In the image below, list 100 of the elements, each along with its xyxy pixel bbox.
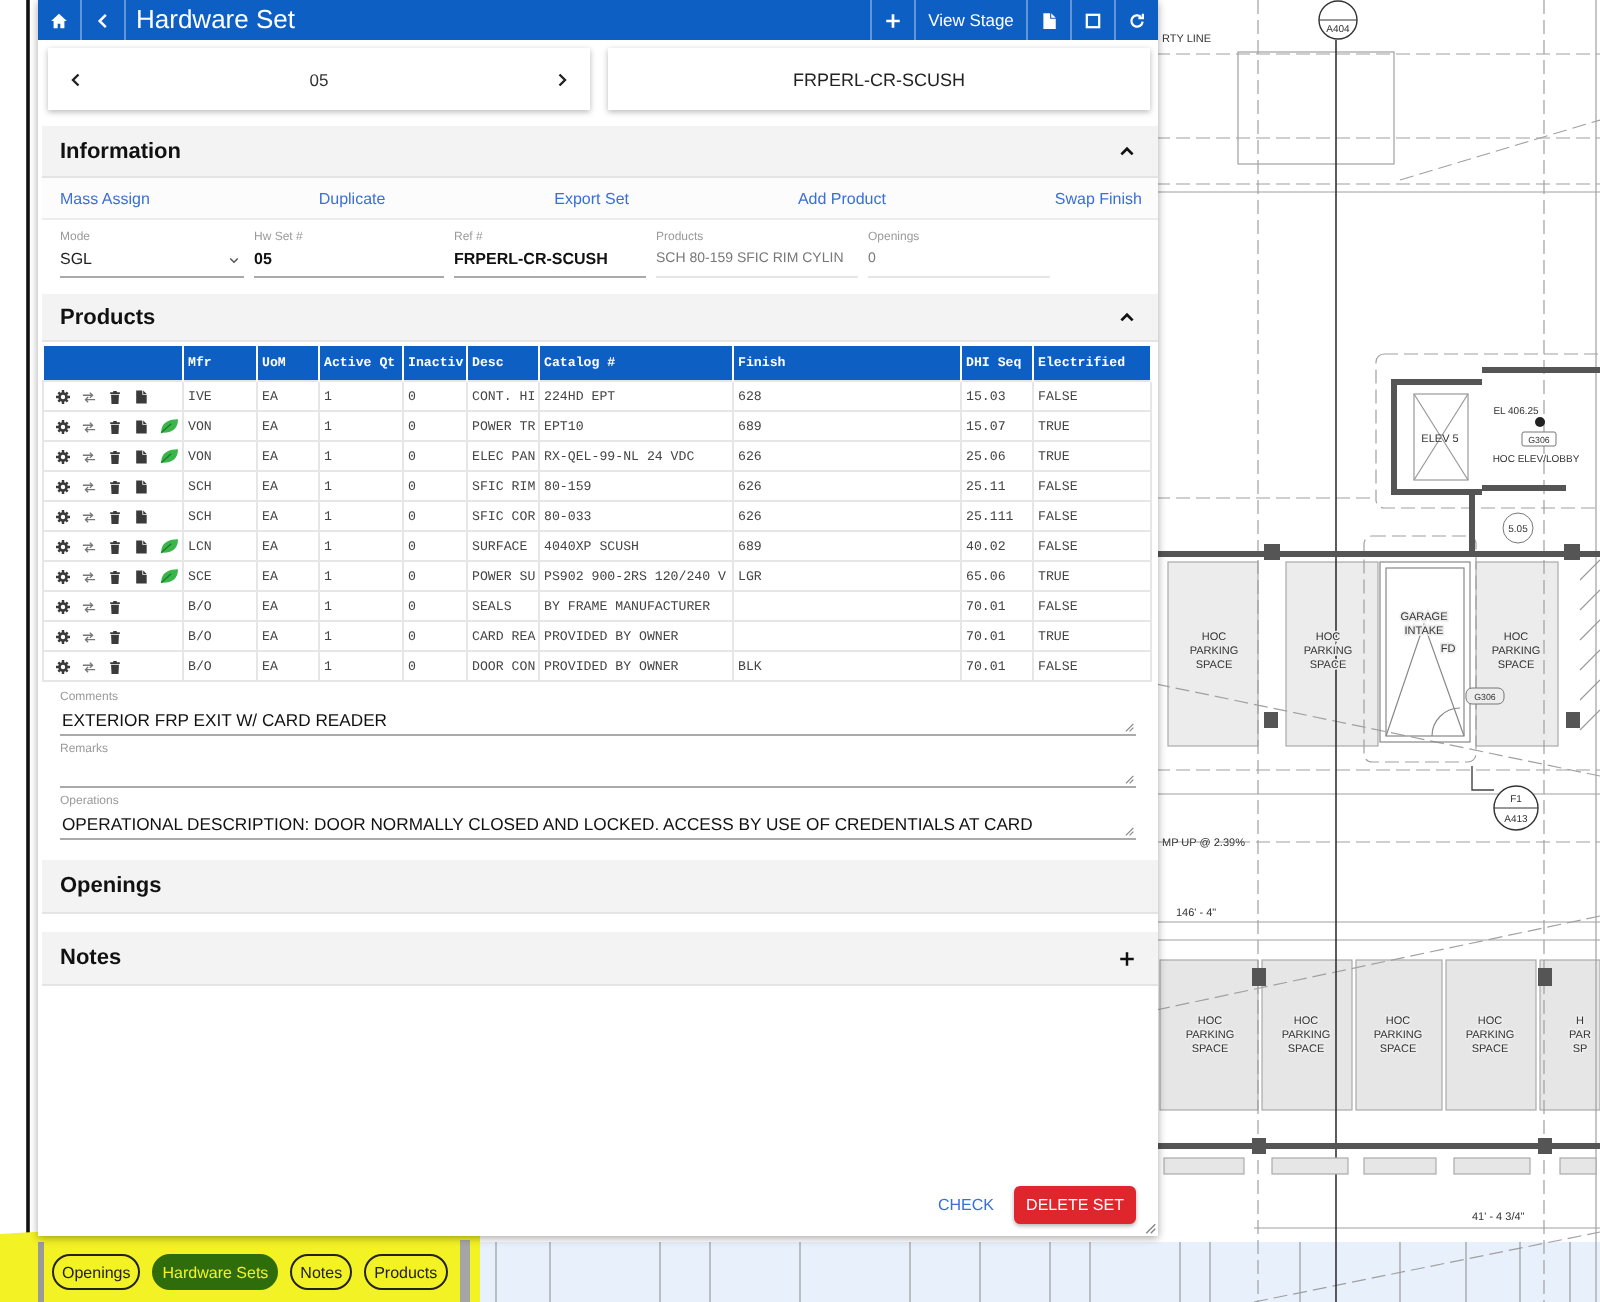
gear-icon[interactable]	[56, 539, 70, 553]
trash-icon[interactable]	[108, 389, 122, 403]
action-link[interactable]: Export Set	[554, 189, 629, 207]
trash-icon[interactable]	[108, 479, 122, 493]
wheel-stop	[1163, 1157, 1245, 1175]
bottom-tab[interactable]: Openings	[52, 1254, 141, 1290]
swap-arrows-icon[interactable]	[82, 569, 96, 583]
window-title: Hardware Set	[134, 2, 297, 38]
document-icon[interactable]	[134, 509, 148, 523]
section-title: Notes	[60, 946, 122, 970]
document-icon	[1040, 11, 1058, 29]
document-icon[interactable]	[134, 539, 148, 553]
check-link[interactable]: CHECK	[937, 1196, 994, 1214]
leaf-icon[interactable]	[160, 448, 178, 464]
swap-arrows-icon[interactable]	[82, 389, 96, 403]
structural-column	[1538, 1138, 1552, 1154]
caret-icon[interactable]	[1118, 308, 1136, 326]
resize-grip-icon[interactable]	[1144, 1222, 1156, 1234]
splitter-handle[interactable]	[38, 1242, 44, 1302]
home-icon	[50, 11, 68, 29]
swap-arrows-icon[interactable]	[82, 479, 96, 493]
grid-bubble	[1502, 512, 1534, 544]
wheel-stop	[1453, 1157, 1531, 1175]
trash-icon[interactable]	[108, 659, 122, 673]
splitter-handle[interactable]	[460, 1240, 470, 1302]
document-icon[interactable]	[134, 389, 148, 403]
section-header[interactable]: Openings	[42, 860, 1158, 914]
tag-frame	[1521, 431, 1557, 447]
resize-grip-icon[interactable]	[1124, 826, 1134, 836]
plus-icon[interactable]	[1118, 949, 1136, 967]
bottom-tab[interactable]: Notes	[290, 1254, 353, 1290]
trash-icon[interactable]	[108, 599, 122, 613]
action-link[interactable]: Duplicate	[318, 189, 386, 207]
section-header[interactable]: Products	[42, 294, 1158, 342]
survey-point-icon	[1535, 417, 1545, 427]
gear-icon[interactable]	[56, 569, 70, 583]
leaf-icon[interactable]	[160, 538, 178, 554]
tag-frame	[1465, 687, 1505, 705]
trash-icon[interactable]	[108, 449, 122, 463]
structural-column	[1252, 968, 1266, 986]
leaf-icon[interactable]	[160, 568, 178, 584]
structural-column	[1564, 544, 1580, 560]
section-header[interactable]: Notes	[42, 932, 1158, 986]
structural-column	[1566, 712, 1580, 728]
swap-arrows-icon[interactable]	[82, 449, 96, 463]
gear-icon[interactable]	[56, 509, 70, 523]
trash-icon[interactable]	[108, 419, 122, 433]
gear-icon[interactable]	[56, 599, 70, 613]
document-icon[interactable]	[134, 419, 148, 433]
plus-icon	[884, 11, 902, 29]
callout-bubble-icon	[1493, 785, 1539, 831]
caret-icon[interactable]	[1118, 142, 1136, 160]
bottom-tab[interactable]: Products	[364, 1254, 448, 1290]
resize-grip-icon[interactable]	[1124, 774, 1134, 784]
document-icon[interactable]	[134, 479, 148, 493]
refresh-icon	[1128, 11, 1146, 29]
section-title: Information	[60, 139, 181, 163]
document-icon[interactable]	[134, 569, 148, 583]
swap-arrows-icon[interactable]	[82, 599, 96, 613]
structural-column	[1252, 1138, 1266, 1154]
gear-icon[interactable]	[56, 449, 70, 463]
section-title: Openings	[60, 874, 162, 898]
document-icon[interactable]	[134, 449, 148, 463]
set-number: 05	[309, 69, 329, 89]
gear-icon[interactable]	[56, 629, 70, 643]
swap-arrows-icon[interactable]	[82, 509, 96, 523]
gear-icon[interactable]	[56, 389, 70, 403]
wheel-stop	[1271, 1157, 1349, 1175]
swap-arrows-icon[interactable]	[82, 539, 96, 553]
leaf-icon[interactable]	[160, 418, 178, 434]
trash-icon[interactable]	[108, 629, 122, 643]
swap-arrows-icon[interactable]	[82, 629, 96, 643]
structural-column	[1264, 712, 1278, 728]
structural-column	[1264, 544, 1280, 560]
bottom-tab[interactable]: Hardware Sets	[152, 1254, 279, 1290]
action-link[interactable]: Add Product	[797, 189, 886, 207]
wheel-stop	[1559, 1157, 1597, 1175]
gear-icon[interactable]	[56, 479, 70, 493]
chevron-left-icon	[94, 11, 112, 29]
section-header[interactable]: Information	[42, 126, 1158, 178]
action-link[interactable]: Swap Finish	[1054, 189, 1142, 207]
swap-arrows-icon[interactable]	[82, 419, 96, 433]
trash-icon[interactable]	[108, 539, 122, 553]
square-icon	[1084, 11, 1102, 29]
structural-column	[1538, 968, 1552, 986]
trash-icon[interactable]	[108, 509, 122, 523]
chevron-right-icon[interactable]	[554, 71, 570, 87]
caret-down-icon	[228, 254, 240, 266]
gear-icon[interactable]	[56, 659, 70, 673]
chevron-left-icon[interactable]	[68, 71, 84, 87]
gear-icon[interactable]	[56, 419, 70, 433]
reference-number: FRPERL-CR-SCUSH	[792, 69, 965, 89]
trash-icon[interactable]	[108, 569, 122, 583]
swap-arrows-icon[interactable]	[82, 659, 96, 673]
section-title: Products	[60, 305, 156, 329]
leader-line	[1471, 765, 1495, 791]
wheel-stop	[1363, 1157, 1437, 1175]
action-link[interactable]: Mass Assign	[60, 189, 150, 207]
delete-set-button[interactable]: DELETE SET	[1014, 1186, 1136, 1224]
resize-grip-icon[interactable]	[1124, 722, 1134, 732]
